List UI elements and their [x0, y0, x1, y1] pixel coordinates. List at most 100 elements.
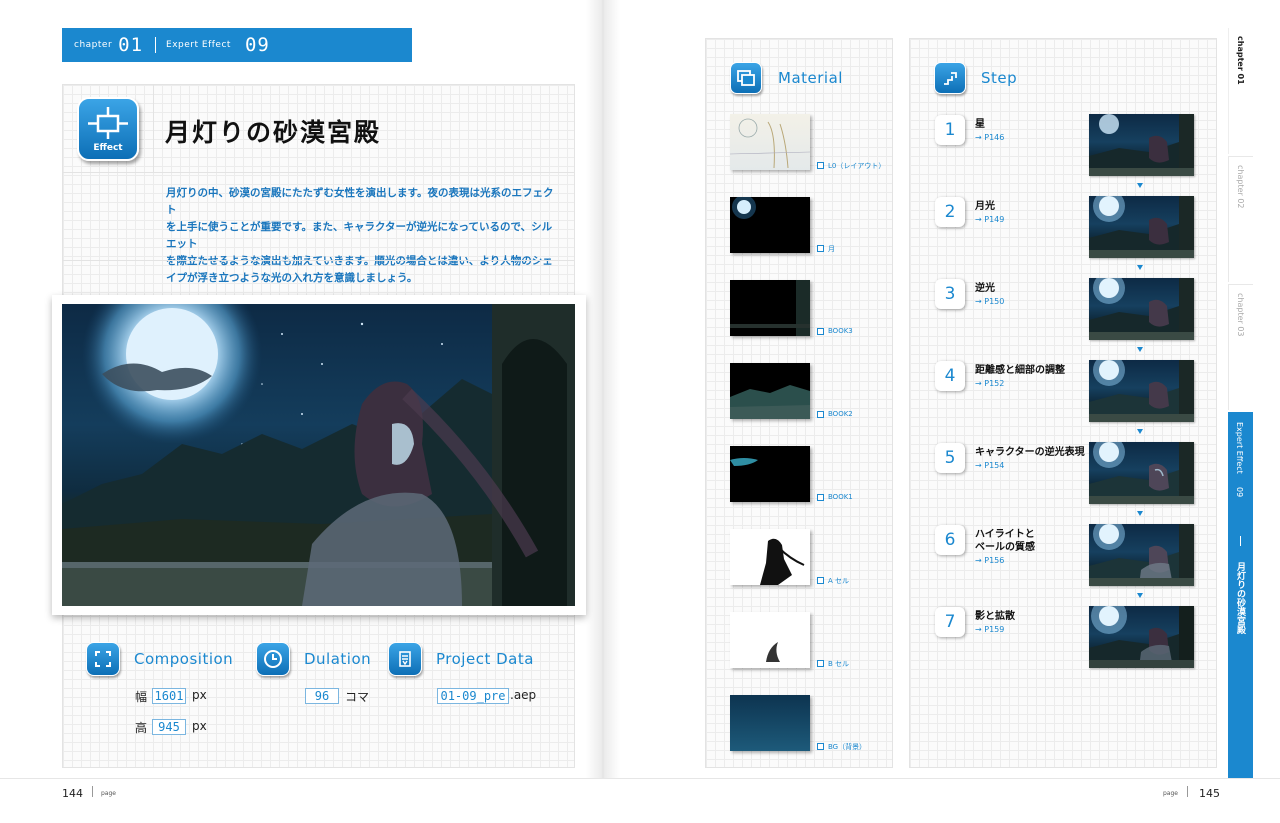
material-thumb-book3 — [730, 280, 810, 336]
material-thumb-b-cel — [730, 612, 810, 668]
title-divider — [153, 85, 154, 173]
page-number-right: 145 — [1199, 787, 1220, 800]
book-gutter — [586, 0, 620, 823]
material-thumb-a-cel — [730, 529, 810, 585]
step-arrow — [1137, 347, 1143, 352]
section-number: 09 — [244, 34, 270, 56]
book3-image — [730, 280, 810, 336]
material-thumb-bg — [730, 695, 810, 751]
material-check — [817, 162, 824, 169]
side-tab-section-title: 月灯りの砂漠宮殿 — [1235, 562, 1245, 634]
height-unit: px — [192, 719, 207, 733]
material-label: L0（レイアウト） — [828, 162, 886, 170]
step-page-ref[interactable]: → P146 — [975, 133, 1004, 142]
width-label: 幅 — [135, 690, 148, 704]
step-thumbnail — [1089, 196, 1194, 258]
material-label: A セル — [828, 577, 850, 585]
layers-icon — [737, 70, 755, 86]
step-preview-image — [1089, 524, 1194, 586]
book1-image — [730, 458, 758, 466]
duration-unit: コマ — [345, 690, 370, 704]
step-page-ref[interactable]: → P150 — [975, 297, 1004, 306]
step-number: 4 — [935, 361, 965, 391]
step-title: Step — [981, 69, 1018, 87]
step-name: 月光 — [975, 201, 995, 212]
material-check — [817, 494, 824, 501]
page-label-right: page — [1163, 790, 1178, 797]
clock-icon — [264, 650, 282, 668]
step-number: 5 — [935, 443, 965, 473]
step-page-ref[interactable]: → P156 — [975, 556, 1004, 565]
material-label: BOOK3 — [828, 327, 853, 335]
description-line: イプが浮き立つような光の入れ方を意識しましょう。 — [166, 272, 418, 284]
material-label: BG（背景） — [828, 743, 867, 751]
step-arrow — [1137, 511, 1143, 516]
side-tab-separator — [1240, 536, 1241, 546]
a-cel-silhouette-image — [760, 538, 805, 585]
step-name: 影と拡散 — [975, 611, 1015, 622]
side-tab-chapter-03[interactable]: chapter 03 — [1228, 284, 1253, 410]
step-arrow — [1137, 265, 1143, 270]
step-thumbnail — [1089, 524, 1194, 586]
project-filename: 01-09_pre — [437, 688, 509, 704]
step-name: 距離感と細部の調整 — [975, 365, 1065, 376]
side-tab-label: chapter 01 — [1236, 36, 1245, 85]
step-number: 7 — [935, 607, 965, 637]
material-label: BOOK1 — [828, 493, 853, 501]
frame-icon — [95, 651, 111, 667]
book2-image — [730, 385, 810, 419]
chapter-number: 01 — [118, 34, 144, 56]
step-page-ref[interactable]: → P149 — [975, 215, 1004, 224]
step-arrow — [1137, 429, 1143, 434]
main-illustration — [62, 304, 575, 606]
material-label: 月 — [828, 245, 835, 253]
height-label: 高 — [135, 721, 148, 735]
effect-icon-label: Effect — [93, 143, 123, 153]
step-page-ref[interactable]: → P159 — [975, 625, 1004, 634]
step-preview-image — [1089, 442, 1194, 504]
bottom-band — [0, 778, 1280, 823]
step-page-ref[interactable]: → P154 — [975, 461, 1004, 470]
description-divider — [63, 260, 574, 261]
page-number-left: 144 — [62, 787, 83, 800]
step-thumbnail — [1089, 278, 1194, 340]
title-row: Effect 月灯りの砂漠宮殿 — [63, 85, 574, 173]
step-name: 逆光 — [975, 283, 995, 294]
side-tab-chapter-01[interactable]: chapter 01 — [1228, 28, 1253, 154]
page-label-left: page — [101, 790, 116, 797]
project-title: Project Data — [436, 650, 534, 668]
width-unit: px — [192, 688, 207, 702]
project-icon — [388, 642, 422, 676]
moon-image — [732, 197, 756, 219]
description-line: を際立たせるような演出も加えていきます。順光の場合とは違い、より人物のシェ — [166, 255, 553, 267]
step-page-ref[interactable]: → P152 — [975, 379, 1004, 388]
material-check — [817, 411, 824, 418]
step-number: 6 — [935, 525, 965, 555]
side-tab-section-number: 09 — [1235, 487, 1244, 498]
composition-icon — [86, 642, 120, 676]
folio-separator — [1187, 786, 1188, 797]
side-tab-chapter-02[interactable]: chapter 02 — [1228, 156, 1253, 282]
height-value: 945 — [152, 719, 186, 735]
book-spread: chapter 01 Expert Effect 09 Effect 月灯りの砂… — [0, 0, 1280, 823]
side-tab-section-label: Expert Effect — [1235, 422, 1244, 474]
chapter-label: chapter — [74, 40, 113, 50]
project-ext: .aep — [510, 688, 537, 702]
material-thumb-book1 — [730, 446, 810, 502]
material-thumb-book2 — [730, 363, 810, 419]
step-number: 3 — [935, 279, 965, 309]
material-check — [817, 660, 824, 667]
crosshair-icon — [88, 107, 128, 139]
step-number: 1 — [935, 115, 965, 145]
download-icon — [399, 651, 411, 667]
side-tab-active-section[interactable]: Expert Effect 09 月灯りの砂漠宮殿 — [1228, 412, 1253, 778]
b-cel-image — [766, 642, 780, 662]
step-thumbnail — [1089, 114, 1194, 176]
step-name: ハイライトと ベールの質感 — [975, 529, 1035, 553]
duration-icon — [256, 642, 290, 676]
side-tab-label: chapter 02 — [1236, 165, 1245, 209]
step-arrow — [1137, 183, 1143, 188]
description-line: 月灯りの中、砂漠の宮殿にたたずむ女性を演出します。夜の表現は光系のエフェクト — [166, 187, 554, 216]
material-check — [817, 743, 824, 750]
step-thumbnail — [1089, 606, 1194, 668]
